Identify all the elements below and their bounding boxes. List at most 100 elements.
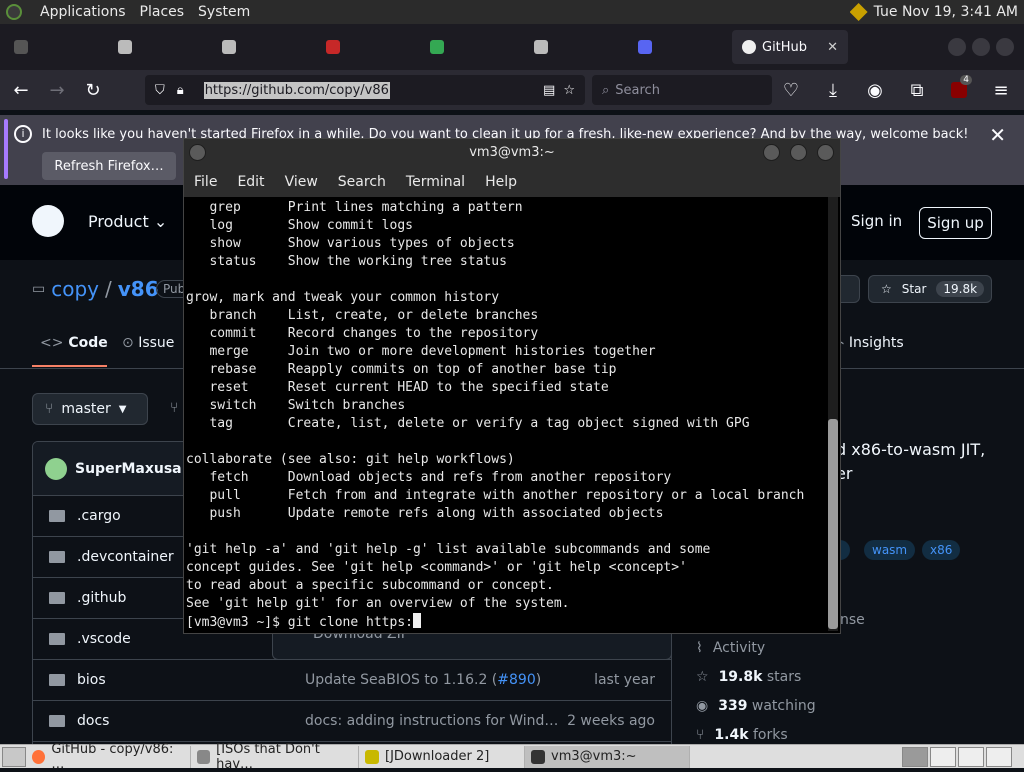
taskbar-item[interactable]: [JDownloader 2] <box>359 745 525 768</box>
workspace-switcher[interactable] <box>902 746 1012 767</box>
table-row[interactable]: docs docs: adding instructions for Wind…… <box>33 701 671 742</box>
reload-icon[interactable]: ↻ <box>78 75 108 105</box>
network-status-icon[interactable] <box>849 3 868 21</box>
repo-owner-link[interactable]: copy <box>51 277 99 301</box>
menu-search[interactable]: Search <box>328 174 396 190</box>
table-row[interactable]: bios Update SeaBIOS to 1.16.2 (#890) las… <box>33 660 671 701</box>
fork-button[interactable] <box>838 275 860 303</box>
panel-clock[interactable]: Tue Nov 19, 3:41 AM <box>874 4 1018 20</box>
window-menu-button[interactable] <box>189 144 206 161</box>
downloads-icon[interactable]: ⤓ <box>818 75 848 105</box>
tab-insights[interactable]: ⌁ Insights <box>836 335 904 351</box>
extension-badge: 4 <box>960 75 972 85</box>
menu-view[interactable]: View <box>275 174 328 190</box>
search-bar[interactable]: ⌕ Search <box>592 75 772 105</box>
pocket-icon[interactable]: ♡ <box>776 75 806 105</box>
license-link[interactable]: nse <box>840 612 865 628</box>
avatar[interactable] <box>45 457 67 480</box>
scrollbar-thumb[interactable] <box>828 419 838 629</box>
sign-in-link[interactable]: Sign in <box>851 212 902 230</box>
forks-link[interactable]: ⑂ 1.4k forks <box>696 727 788 743</box>
maximize-window-button[interactable] <box>972 38 990 56</box>
minimize-window-button[interactable] <box>948 38 966 56</box>
caret-down-icon: ▼ <box>118 403 127 415</box>
ublock-icon[interactable]: 4 <box>944 75 974 105</box>
workspace-3[interactable] <box>958 746 984 767</box>
browser-tab[interactable] <box>316 30 416 64</box>
product-menu[interactable]: Product ⌄ <box>88 212 167 231</box>
tab-code[interactable]: <> Code <box>40 335 108 351</box>
menu-file[interactable]: File <box>184 174 227 190</box>
url-bar[interactable]: ⛉ 🔒︎ https://github.com/copy/v86 ▤ ☆ <box>145 75 585 105</box>
topic-tag[interactable]: wasm <box>864 540 916 560</box>
pr-link[interactable]: #890 <box>497 672 535 688</box>
file-name[interactable]: bios <box>77 672 106 688</box>
back-arrow-icon[interactable]: ← <box>6 75 36 105</box>
workspace-2[interactable] <box>930 746 956 767</box>
taskbar-item[interactable]: [ISOs that Don't hav… <box>191 742 359 772</box>
url-text[interactable]: https://github.com/copy/v86 <box>203 81 390 99</box>
browser-tab[interactable] <box>108 30 208 64</box>
extensions-icon[interactable]: ⧉ <box>902 75 932 105</box>
file-name[interactable]: .vscode <box>77 631 131 647</box>
tab-favicon-icon <box>118 40 132 54</box>
browser-tab-github[interactable]: GitHub ✕ <box>732 30 848 64</box>
close-tab-icon[interactable]: ✕ <box>827 40 838 55</box>
menu-hamburger-icon[interactable]: ≡ <box>986 75 1016 105</box>
file-name[interactable]: .cargo <box>77 508 121 524</box>
github-logo-icon[interactable] <box>32 205 64 237</box>
terminal-text[interactable]: grep Print lines matching a pattern log … <box>186 199 826 632</box>
activity-link[interactable]: ⌇ Activity <box>696 640 765 656</box>
forward-arrow-icon[interactable]: → <box>42 75 72 105</box>
maximize-button[interactable] <box>790 144 807 161</box>
topic-tag[interactable]: x86 <box>922 540 961 560</box>
show-desktop-button[interactable] <box>2 746 26 767</box>
close-window-button[interactable] <box>996 38 1014 56</box>
places-menu[interactable]: Places <box>140 4 185 20</box>
system-menu[interactable]: System <box>198 4 250 20</box>
distro-logo-icon[interactable] <box>6 4 22 20</box>
stars-link[interactable]: ☆ 19.8k stars <box>696 669 801 685</box>
file-name[interactable]: docs <box>77 713 109 729</box>
repo-name-link[interactable]: v86 <box>118 277 159 301</box>
tab-issues[interactable]: ⊙ Issue <box>122 335 174 351</box>
branches-icon[interactable]: ⑂ <box>170 400 178 416</box>
watchers-link[interactable]: ◉ 339 watching <box>696 698 816 714</box>
workspace-1[interactable] <box>902 746 928 767</box>
menu-edit[interactable]: Edit <box>227 174 274 190</box>
refresh-firefox-button[interactable]: Refresh Firefox… <box>42 152 176 180</box>
browser-tab[interactable] <box>212 30 312 64</box>
close-button[interactable] <box>817 144 834 161</box>
browser-tab[interactable] <box>420 30 520 64</box>
repo-slash: / <box>105 277 112 301</box>
file-name[interactable]: .devcontainer <box>77 549 174 565</box>
taskbar-item[interactable]: GitHub - copy/v86: … <box>26 742 191 772</box>
workspace-4[interactable] <box>986 746 1012 767</box>
menu-terminal[interactable]: Terminal <box>396 174 475 190</box>
sign-up-button[interactable]: Sign up <box>919 207 992 239</box>
branch-selector[interactable]: ⑂ master ▼ <box>32 393 148 425</box>
star-count: 19.8k <box>936 281 985 297</box>
star-button[interactable]: ☆ Star 19.8k <box>868 275 992 303</box>
close-icon[interactable]: ✕ <box>989 123 1006 147</box>
browser-tab[interactable] <box>4 30 104 64</box>
minimize-button[interactable] <box>763 144 780 161</box>
account-icon[interactable]: ◉ <box>860 75 890 105</box>
terminal-titlebar[interactable]: vm3@vm3:~ <box>184 139 840 167</box>
taskbar-item-active[interactable]: vm3@vm3:~ <box>525 745 690 768</box>
terminal-window[interactable]: vm3@vm3:~ File Edit View Search Terminal… <box>183 138 841 634</box>
bookmark-star-icon[interactable]: ☆ <box>563 83 575 98</box>
reader-view-icon[interactable]: ▤ <box>543 83 555 98</box>
commit-message[interactable]: docs: adding instructions for Wind… <box>305 713 558 729</box>
browser-tab-strip: GitHub ✕ <box>0 24 1024 70</box>
menu-help[interactable]: Help <box>475 174 527 190</box>
terminal-output[interactable]: grep Print lines matching a pattern log … <box>186 197 826 633</box>
browser-tab[interactable] <box>524 30 624 64</box>
lock-icon[interactable]: 🔒︎ <box>177 83 184 98</box>
file-name[interactable]: .github <box>77 590 126 606</box>
commit-message[interactable]: Update SeaBIOS to 1.16.2 (#890) <box>305 672 541 688</box>
commit-author[interactable]: SuperMaxusa <box>75 461 182 477</box>
shield-icon[interactable]: ⛉ <box>155 83 165 98</box>
browser-tab[interactable] <box>628 30 728 64</box>
applications-menu[interactable]: Applications <box>40 4 126 20</box>
